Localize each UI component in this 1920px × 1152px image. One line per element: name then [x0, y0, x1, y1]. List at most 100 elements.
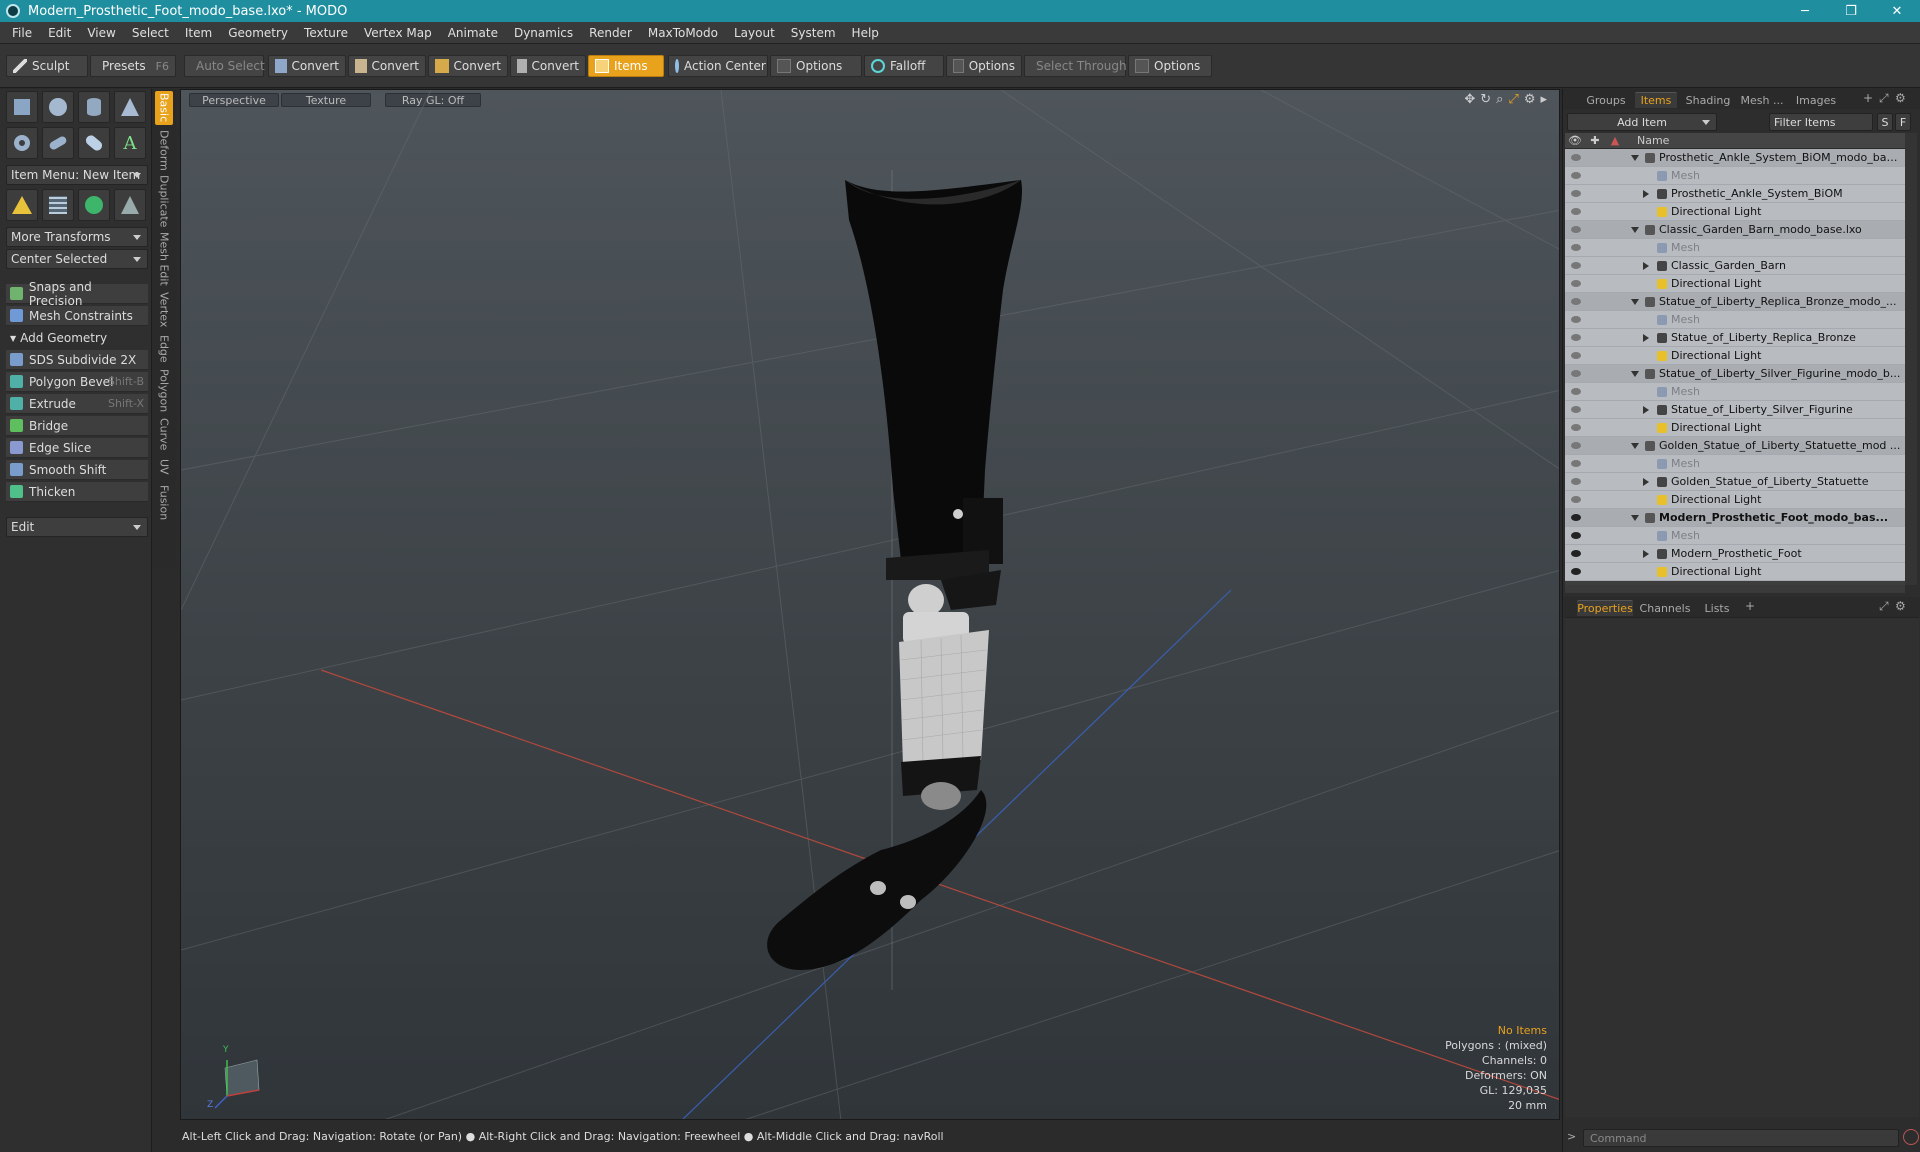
- render-column-icon[interactable]: ▲: [1605, 134, 1625, 147]
- scene-row[interactable]: Statue_of_Liberty_Silver_Figurine_modo_b…: [1565, 365, 1905, 383]
- expand-arrow-icon[interactable]: [1643, 190, 1649, 198]
- sphere-primitive-icon[interactable]: [42, 91, 74, 123]
- options-button-1[interactable]: Options: [770, 55, 862, 77]
- item-row[interactable]: Directional Light: [1565, 203, 1905, 221]
- item-row[interactable]: Mesh: [1565, 167, 1905, 185]
- visibility-eye-icon[interactable]: [1571, 514, 1581, 521]
- menu-dynamics[interactable]: Dynamics: [506, 26, 581, 40]
- menu-system[interactable]: System: [783, 26, 844, 40]
- menu-texture[interactable]: Texture: [296, 26, 356, 40]
- item-menu-dropdown[interactable]: Item Menu: New Item: [6, 165, 148, 185]
- visibility-eye-icon[interactable]: [1571, 208, 1581, 215]
- add-item-dropdown[interactable]: Add Item: [1567, 113, 1717, 131]
- snaps-precision-button[interactable]: Snaps and Precision: [6, 280, 148, 308]
- item-row[interactable]: Directional Light: [1565, 347, 1905, 365]
- tab-edge[interactable]: Edge: [155, 333, 173, 365]
- sculpt-button[interactable]: Sculpt: [6, 55, 88, 77]
- item-row[interactable]: Directional Light: [1565, 491, 1905, 509]
- visibility-eye-icon[interactable]: [1571, 298, 1581, 305]
- menu-help[interactable]: Help: [844, 26, 887, 40]
- visibility-eye-icon[interactable]: [1571, 496, 1581, 503]
- visibility-eye-icon[interactable]: [1571, 316, 1581, 323]
- scene-row[interactable]: Modern_Prosthetic_Foot_modo_bas...: [1565, 509, 1905, 527]
- item-row[interactable]: Modern_Prosthetic_Foot: [1565, 545, 1905, 563]
- add-geometry-header[interactable]: ▼ Add Geometry: [6, 328, 148, 348]
- scene-row[interactable]: Statue_of_Liberty_Replica_Bronze_modo_..…: [1565, 293, 1905, 311]
- maximize-panel-icon[interactable]: ⤢: [1879, 599, 1889, 614]
- action-center-button[interactable]: Action Center: [668, 55, 768, 77]
- tab-mesh[interactable]: Mesh ...: [1737, 92, 1787, 108]
- items-mode-button[interactable]: Items: [588, 55, 664, 77]
- cone-primitive-icon[interactable]: [114, 91, 146, 123]
- tab-basic[interactable]: Basic: [155, 91, 173, 125]
- options-button-2[interactable]: Options: [946, 55, 1022, 77]
- tab-polygon[interactable]: Polygon: [155, 369, 173, 413]
- expand-arrow-icon[interactable]: [1643, 262, 1649, 270]
- convert-button-1[interactable]: Convert: [268, 55, 346, 77]
- lock-column-icon[interactable]: ✚: [1585, 134, 1605, 147]
- item-row[interactable]: Mesh: [1565, 455, 1905, 473]
- menu-render[interactable]: Render: [581, 26, 640, 40]
- tab-items[interactable]: Items: [1635, 92, 1677, 108]
- visibility-eye-icon[interactable]: [1571, 226, 1581, 233]
- expand-arrow-icon[interactable]: [1631, 227, 1639, 233]
- scene-row[interactable]: Golden_Statue_of_Liberty_Statuette_mod .…: [1565, 437, 1905, 455]
- capsule-primitive-icon[interactable]: [78, 127, 110, 159]
- maximize-panel-icon[interactable]: ⤢: [1879, 91, 1889, 106]
- item-row[interactable]: Mesh: [1565, 311, 1905, 329]
- expand-arrow-icon[interactable]: [1631, 155, 1639, 161]
- scene-row[interactable]: Classic_Garden_Barn_modo_base.lxo: [1565, 221, 1905, 239]
- polygon-bevel-button[interactable]: Polygon Bevel Shift-B: [6, 372, 148, 392]
- item-row[interactable]: Mesh: [1565, 383, 1905, 401]
- menu-vertex-map[interactable]: Vertex Map: [356, 26, 440, 40]
- item-row[interactable]: Mesh: [1565, 527, 1905, 545]
- presets-button[interactable]: Presets F6: [90, 55, 176, 77]
- visibility-eye-icon[interactable]: [1571, 388, 1581, 395]
- globe-icon[interactable]: [78, 189, 110, 221]
- extrude-button[interactable]: Extrude Shift-X: [6, 394, 148, 414]
- tab-deform[interactable]: Deform: [155, 129, 173, 171]
- gear-icon[interactable]: ⚙: [1895, 91, 1906, 105]
- more-transforms-dropdown[interactable]: More Transforms: [6, 227, 148, 247]
- tab-images[interactable]: Images: [1791, 92, 1841, 108]
- tab-shading[interactable]: Shading: [1681, 92, 1735, 108]
- bridge-button[interactable]: Bridge: [6, 416, 148, 436]
- convert-button-2[interactable]: Convert: [348, 55, 426, 77]
- menu-item[interactable]: Item: [177, 26, 220, 40]
- visibility-eye-icon[interactable]: [1571, 370, 1581, 377]
- name-column-header[interactable]: Name: [1637, 134, 1669, 147]
- visibility-eye-icon[interactable]: [1571, 424, 1581, 431]
- expand-arrow-icon[interactable]: [1631, 299, 1639, 305]
- record-macro-icon[interactable]: [1903, 1129, 1919, 1145]
- tab-properties[interactable]: Properties: [1577, 600, 1633, 616]
- tab-mesh-edit[interactable]: Mesh Edit: [155, 231, 173, 287]
- filter-f-button[interactable]: F: [1895, 113, 1911, 131]
- visibility-eye-icon[interactable]: [1571, 154, 1581, 161]
- visibility-eye-icon[interactable]: [1571, 532, 1581, 539]
- mesh-constraints-button[interactable]: Mesh Constraints: [6, 306, 148, 326]
- visibility-eye-icon[interactable]: [1571, 190, 1581, 197]
- menu-animate[interactable]: Animate: [440, 26, 506, 40]
- tree-vertical-scrollbar[interactable]: [1905, 133, 1917, 585]
- visibility-eye-icon[interactable]: [1571, 550, 1581, 557]
- gear-icon[interactable]: ⚙: [1895, 599, 1906, 613]
- convert-button-4[interactable]: Convert: [510, 55, 586, 77]
- grid-icon[interactable]: [42, 189, 74, 221]
- visibility-eye-icon[interactable]: [1571, 244, 1581, 251]
- cube-primitive-icon[interactable]: [6, 91, 38, 123]
- center-selected-dropdown[interactable]: Center Selected: [6, 249, 148, 269]
- convert-button-3[interactable]: Convert: [428, 55, 508, 77]
- transform-icon[interactable]: [6, 189, 38, 221]
- edit-dropdown[interactable]: Edit: [6, 517, 148, 537]
- visibility-eye-icon[interactable]: [1571, 406, 1581, 413]
- expand-arrow-icon[interactable]: [1643, 406, 1649, 414]
- item-row[interactable]: Prosthetic_Ankle_System_BiOM: [1565, 185, 1905, 203]
- tube-primitive-icon[interactable]: [42, 127, 74, 159]
- add-tab-icon[interactable]: +: [1863, 91, 1873, 105]
- add-tab-icon[interactable]: +: [1745, 599, 1755, 613]
- visibility-eye-icon[interactable]: [1571, 352, 1581, 359]
- item-row[interactable]: Golden_Statue_of_Liberty_Statuette: [1565, 473, 1905, 491]
- cylinder-primitive-icon[interactable]: [78, 91, 110, 123]
- sds-subdivide-button[interactable]: SDS Subdivide 2X: [6, 350, 148, 370]
- visibility-eye-icon[interactable]: [1571, 262, 1581, 269]
